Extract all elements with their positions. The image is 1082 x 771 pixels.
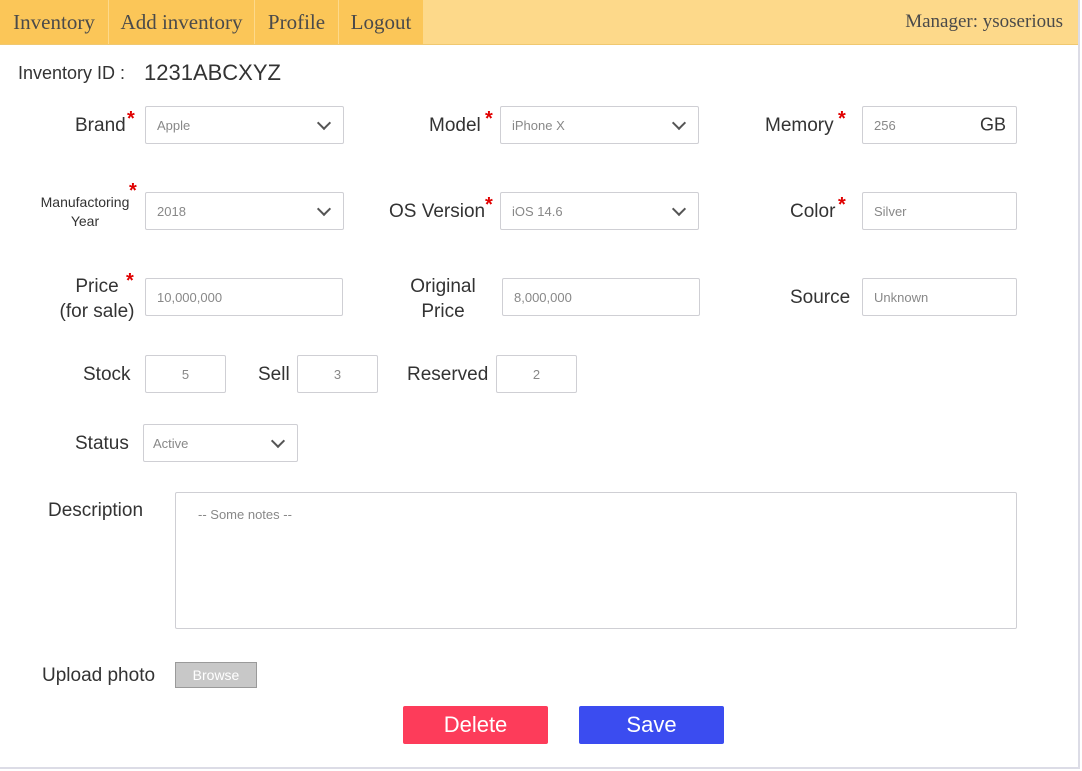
nav-tab-profile[interactable]: Profile xyxy=(255,0,338,44)
stock-input-value: 5 xyxy=(181,366,190,382)
manufacturing-year-label-line1: Manufactoring xyxy=(40,194,130,210)
chevron-down-icon xyxy=(671,201,687,217)
description-textarea[interactable]: -- Some notes -- xyxy=(175,492,1017,629)
sell-input-value: 3 xyxy=(333,366,342,382)
manufacturing-year-label: Manufactoring Year xyxy=(35,193,135,231)
os-version-select-value: iOS 14.6 xyxy=(512,203,563,219)
price-input-value: 10,000,000 xyxy=(157,289,223,305)
memory-input-value: 256 xyxy=(874,117,896,133)
manufacturing-year-required-asterisk-icon: * xyxy=(129,180,137,202)
os-version-label: OS Version xyxy=(389,201,486,222)
memory-label: Memory xyxy=(765,115,834,136)
manufacturing-year-select[interactable]: 2018 xyxy=(145,192,344,230)
nav-tab-inventory[interactable]: Inventory xyxy=(0,0,108,44)
color-label: Color xyxy=(790,201,836,222)
color-required-asterisk-icon: * xyxy=(838,194,846,216)
status-select-value: Active xyxy=(153,435,189,451)
delete-button[interactable]: Delete xyxy=(403,706,548,744)
memory-unit: GB xyxy=(979,114,1006,135)
manager-label: Manager: ysoserious xyxy=(905,11,1063,32)
source-label: Source xyxy=(790,287,851,308)
chevron-down-icon xyxy=(270,433,286,449)
price-label-line2: (for sale) xyxy=(59,301,135,322)
status-select[interactable]: Active xyxy=(143,424,298,462)
color-input[interactable]: Silver xyxy=(862,192,1017,230)
original-price-input[interactable]: 8,000,000 xyxy=(502,278,700,316)
model-select-value: iPhone X xyxy=(512,117,565,133)
original-price-input-value: 8,000,000 xyxy=(514,289,572,305)
source-input-value: Unknown xyxy=(874,289,929,305)
manufacturing-year-select-value: 2018 xyxy=(157,203,186,219)
status-label: Status xyxy=(75,433,129,454)
inventory-id-label: Inventory ID : xyxy=(18,63,126,83)
price-input[interactable]: 10,000,000 xyxy=(145,278,343,316)
reserved-input-value: 2 xyxy=(532,366,541,382)
chevron-down-icon xyxy=(316,201,332,217)
original-price-label: Original Price xyxy=(403,274,483,324)
brand-required-asterisk-icon: * xyxy=(127,108,135,130)
sell-input[interactable]: 3 xyxy=(297,355,378,393)
color-input-value: Silver xyxy=(874,203,907,219)
reserved-input[interactable]: 2 xyxy=(496,355,577,393)
browse-button[interactable]: Browse xyxy=(175,662,257,688)
memory-input[interactable]: 256 GB xyxy=(862,106,1017,144)
os-version-select[interactable]: iOS 14.6 xyxy=(500,192,699,230)
brand-label: Brand xyxy=(75,115,126,136)
original-price-label-line2: Price xyxy=(421,301,465,322)
description-label: Description xyxy=(48,500,144,521)
upload-photo-label: Upload photo xyxy=(42,665,156,686)
source-input[interactable]: Unknown xyxy=(862,278,1017,316)
chevron-down-icon xyxy=(671,115,687,131)
model-select[interactable]: iPhone X xyxy=(500,106,699,144)
model-required-asterisk-icon: * xyxy=(485,108,493,130)
model-label: Model xyxy=(429,115,481,136)
top-navbar: Inventory Add inventory Profile Logout M… xyxy=(0,0,1078,45)
brand-select[interactable]: Apple xyxy=(145,106,344,144)
original-price-label-line1: Original xyxy=(410,276,476,297)
nav-tab-add-inventory[interactable]: Add inventory xyxy=(109,0,254,44)
price-required-asterisk-icon: * xyxy=(126,270,134,292)
save-button[interactable]: Save xyxy=(579,706,724,744)
stock-input[interactable]: 5 xyxy=(145,355,226,393)
memory-required-asterisk-icon: * xyxy=(838,108,846,130)
manufacturing-year-label-line2: Year xyxy=(70,213,100,229)
reserved-label: Reserved xyxy=(407,364,489,385)
os-version-required-asterisk-icon: * xyxy=(485,194,493,216)
nav-tab-logout[interactable]: Logout xyxy=(339,0,423,44)
inventory-id-value: 1231ABCXYZ xyxy=(144,60,281,85)
page-frame: Inventory Add inventory Profile Logout M… xyxy=(0,0,1080,769)
sell-label: Sell xyxy=(258,364,290,385)
brand-select-value: Apple xyxy=(157,117,191,133)
chevron-down-icon xyxy=(316,115,332,131)
stock-label: Stock xyxy=(83,364,131,385)
